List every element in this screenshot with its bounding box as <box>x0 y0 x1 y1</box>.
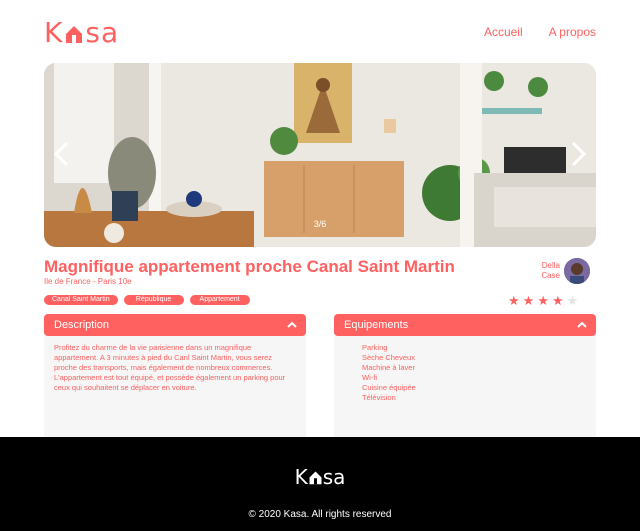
list-item: Sèche Cheveux <box>362 353 415 362</box>
equipements-list: Parking Sèche Cheveux Machine à laver Wi… <box>344 343 586 403</box>
equipements-toggle[interactable]: Equipements <box>334 314 596 336</box>
avatar <box>564 258 590 284</box>
nav-link-about[interactable]: A propos <box>549 25 596 39</box>
star-icon: ★ <box>522 293 535 308</box>
nav-link-home[interactable]: Accueil <box>484 25 523 39</box>
tag: République <box>123 295 184 305</box>
tag-list: Canal Saint Martin République Appartemen… <box>44 295 250 305</box>
logo-letter-k: K <box>44 15 64 49</box>
star-empty-icon: ★ <box>566 293 579 308</box>
kasa-logo[interactable]: K sa <box>44 16 119 49</box>
listing-location: Ile de France - Paris 10e <box>44 277 132 286</box>
chevron-up-icon <box>577 321 587 328</box>
list-item: Parking <box>362 343 388 352</box>
list-item: Cuisine équipée <box>362 383 416 392</box>
description-body: Profitez du charme de la vie parisienne … <box>44 333 306 441</box>
house-icon <box>309 471 322 484</box>
star-icon: ★ <box>537 293 549 308</box>
list-item: Machine à laver <box>362 363 415 372</box>
chevron-right-icon <box>571 141 587 167</box>
house-icon <box>64 21 84 43</box>
tag: Canal Saint Martin <box>44 295 118 305</box>
listing-title: Magnifique appartement proche Canal Sain… <box>44 257 455 276</box>
logo-letter-k: K <box>294 465 308 489</box>
tag: Appartement <box>189 295 250 305</box>
description-toggle[interactable]: Description <box>44 314 306 336</box>
header: K sa Accueil A propos <box>44 14 596 50</box>
host-name: Della Case <box>530 261 560 281</box>
rating-stars: ★ ★ ★ ★ ★ <box>508 293 578 309</box>
host-info: Della Case <box>530 258 590 284</box>
star-icon: ★ <box>551 293 564 308</box>
host-first-name: Della <box>541 261 560 270</box>
description-collapse: Description Profitez du charme de la vie… <box>44 314 306 441</box>
equipements-label: Equipements <box>344 319 409 331</box>
chevron-up-icon <box>287 321 297 328</box>
carousel-next-button[interactable] <box>566 139 590 169</box>
description-label: Description <box>54 319 110 331</box>
star-icon: ★ <box>508 293 520 308</box>
host-last-name: Case <box>541 271 560 280</box>
equipements-collapse: Equipements Parking Sèche Cheveux Machin… <box>334 314 596 441</box>
description-text: Profitez du charme de la vie parisienne … <box>54 343 286 392</box>
logo-letters-sa: sa <box>322 465 346 489</box>
chevron-left-icon <box>53 141 69 167</box>
carousel-counter: 3/6 <box>313 219 327 229</box>
list-item: Télévision <box>362 393 396 402</box>
footer: K sa © 2020 Kasa. All rights reserved <box>0 437 640 531</box>
main-nav: Accueil A propos <box>484 25 596 39</box>
copyright-text: © 2020 Kasa. All rights reserved <box>248 509 392 520</box>
footer-logo: K sa <box>0 465 640 489</box>
carousel-prev-button[interactable] <box>50 139 74 169</box>
list-item: Wi-fi <box>362 373 377 382</box>
logo-letters-sa: sa <box>85 15 120 49</box>
image-carousel: 3/6 <box>44 63 596 247</box>
equipements-body: Parking Sèche Cheveux Machine à laver Wi… <box>334 333 596 441</box>
